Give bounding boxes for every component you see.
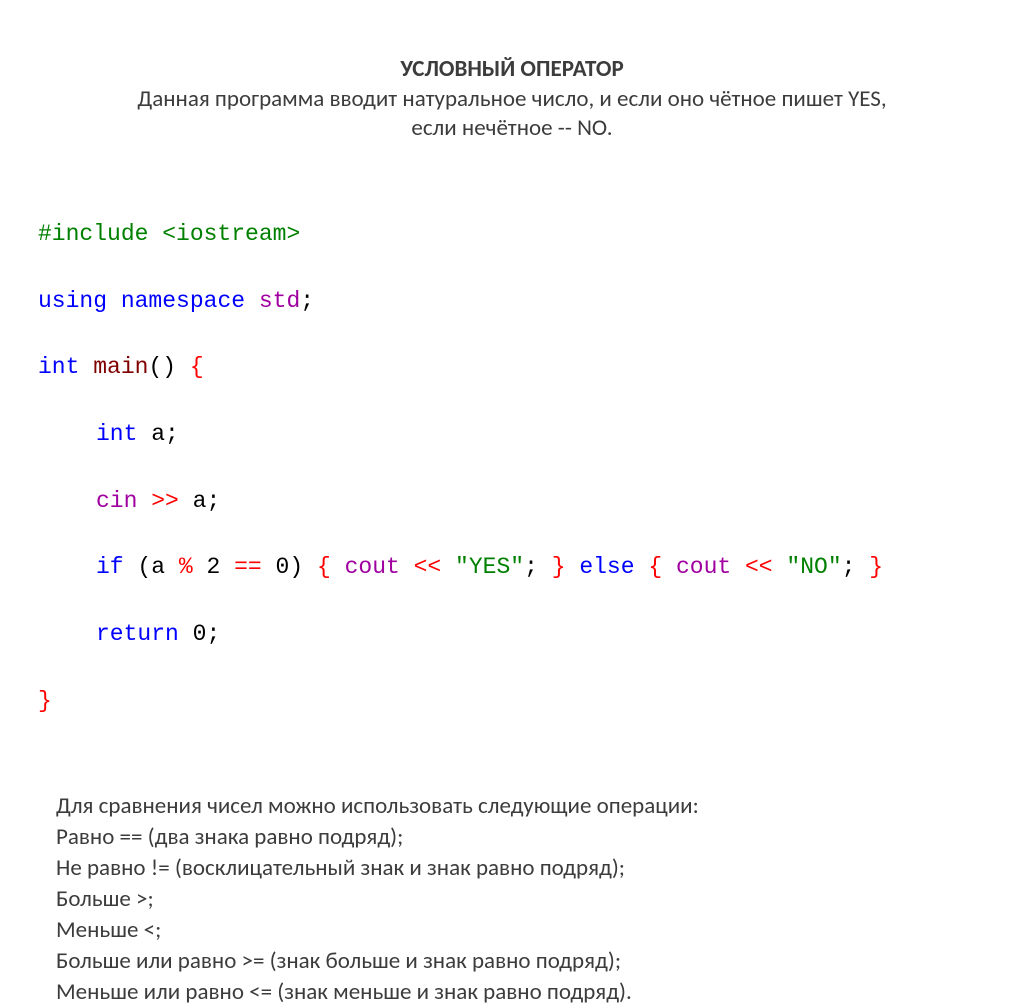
note-line: Больше или равно >= (знак больше и знак … (56, 946, 986, 977)
notes-block: Для сравнения чисел можно использовать с… (56, 791, 986, 1008)
lparen: ( (137, 554, 151, 580)
rbrace: } (38, 688, 52, 714)
id-cout: cout (676, 554, 731, 580)
op-shl: << (414, 554, 442, 580)
id-cin: cin (96, 488, 137, 514)
code-line: #include <iostream> (38, 218, 986, 251)
kw-namespace: namespace (121, 288, 245, 314)
semi: ; (524, 554, 538, 580)
slide-title: УСЛОВНЫЙ ОПЕРАТОР (38, 55, 986, 83)
op-shr: >> (151, 488, 179, 514)
lit-zero: 0 (193, 621, 207, 647)
kw-int: int (38, 354, 79, 380)
code-line: using namespace std; (38, 285, 986, 318)
slide-page: УСЛОВНЫЙ ОПЕРАТОР Данная программа вводи… (0, 0, 1024, 1008)
var-a: a (151, 554, 165, 580)
rbrace: } (869, 554, 883, 580)
lit-two: 2 (206, 554, 220, 580)
desc-line-2: если нечётное -- NO. (411, 114, 612, 142)
note-line: Больше >; (56, 884, 986, 915)
id-std: std (259, 288, 300, 314)
slide-description: Данная программа вводит натуральное числ… (38, 85, 986, 143)
code-line: return 0; (38, 618, 986, 651)
lbrace: { (317, 554, 331, 580)
kw-return: return (96, 621, 179, 647)
id-main: main (93, 354, 148, 380)
note-line: Меньше или равно <= (знак меньше и знак … (56, 977, 986, 1008)
note-line: Для сравнения чисел можно использовать с… (56, 791, 986, 822)
code-line: int a; (38, 418, 986, 451)
str-yes: "YES" (455, 554, 524, 580)
preproc-include: #include (38, 221, 148, 247)
op-mod: % (179, 554, 193, 580)
note-line: Равно == (два знака равно подряд); (56, 822, 986, 853)
kw-if: if (96, 554, 124, 580)
semi: ; (300, 288, 314, 314)
semi: ; (165, 421, 179, 447)
code-line: if (a % 2 == 0) { cout << "YES"; } else … (38, 551, 986, 584)
kw-int: int (96, 421, 137, 447)
include-lib: <iostream> (148, 221, 300, 247)
kw-else: else (579, 554, 634, 580)
note-line: Меньше <; (56, 915, 986, 946)
var-a: a (193, 488, 207, 514)
semi: ; (206, 488, 220, 514)
kw-using: using (38, 288, 107, 314)
op-eqeq: == (234, 554, 262, 580)
str-no: "NO" (786, 554, 841, 580)
lbrace: { (190, 354, 204, 380)
code-line: } (38, 685, 986, 718)
semi: ; (842, 554, 856, 580)
desc-line-1: Данная программа вводит натуральное числ… (137, 85, 886, 113)
rbrace: } (552, 554, 566, 580)
rparen: ) (289, 554, 303, 580)
semi: ; (206, 621, 220, 647)
op-shl: << (745, 554, 773, 580)
code-line: cin >> a; (38, 485, 986, 518)
lit-zero: 0 (276, 554, 290, 580)
code-block: #include <iostream> using namespace std;… (38, 185, 986, 785)
var-a: a (151, 421, 165, 447)
code-line: int main() { (38, 351, 986, 384)
note-line: Не равно != (восклицательный знак и знак… (56, 853, 986, 884)
id-cout: cout (345, 554, 400, 580)
lbrace: { (648, 554, 662, 580)
parens: () (148, 354, 176, 380)
